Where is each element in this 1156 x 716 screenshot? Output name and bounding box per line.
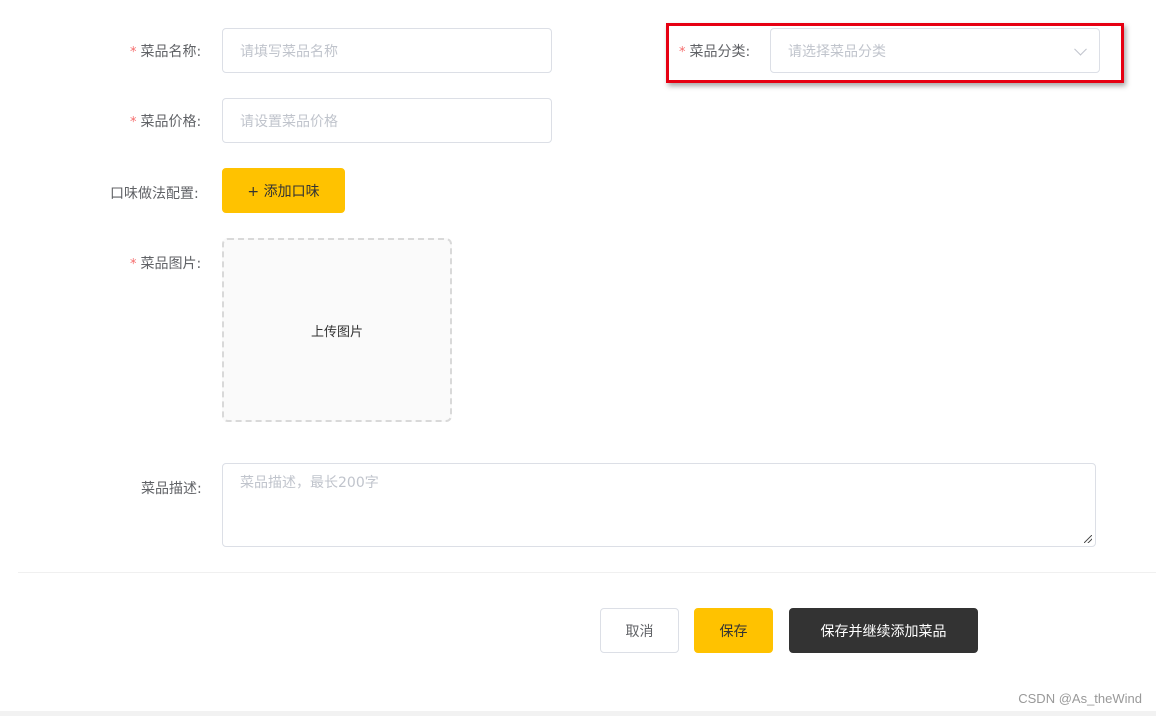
add-dish-form-page: * 菜品名称: 请填写菜品名称 * 菜品分类: 请选择菜品分类 * 菜品价格: 请设置… [0,0,1156,716]
required-mark: * [130,115,137,130]
form-divider [18,572,1156,573]
upload-image-text: 上传图片 [310,324,363,340]
dish-image-label-text: 菜品图片: [140,256,202,272]
add-flavor-button[interactable]: + 添加口味 [222,168,345,213]
dish-price-label-text: 菜品价格: [140,114,202,130]
category-highlight-annotation [666,23,1124,83]
required-mark: * [130,45,137,60]
dish-price-label: * 菜品价格: [130,111,201,131]
dish-price-placeholder: 请设置菜品价格 [240,113,338,130]
save-and-continue-button[interactable]: 保存并继续添加菜品 [789,608,978,653]
dish-description-label: 菜品描述: [141,481,202,497]
image-upload-area[interactable]: 上传图片 [222,238,452,422]
resize-handle-icon[interactable] [1084,535,1092,543]
dish-description-textarea[interactable]: 菜品描述，最长200字 [222,463,1096,547]
dish-price-input[interactable]: 请设置菜品价格 [222,98,552,143]
dish-name-input[interactable]: 请填写菜品名称 [222,28,552,73]
dish-name-label-text: 菜品名称: [140,44,202,60]
flavor-config-label: 口味做法配置: [110,186,199,202]
bottom-scroll-strip [0,711,1156,716]
csdn-watermark: CSDN @As_theWind [1018,691,1142,706]
dish-name-label: * 菜品名称: [130,41,201,61]
dish-description-placeholder: 菜品描述，最长200字 [240,475,379,491]
dish-name-placeholder: 请填写菜品名称 [240,43,338,60]
cancel-button[interactable]: 取消 [600,608,679,653]
save-button[interactable]: 保存 [694,608,773,653]
dish-image-label: * 菜品图片: [130,253,201,273]
required-mark: * [130,257,137,272]
